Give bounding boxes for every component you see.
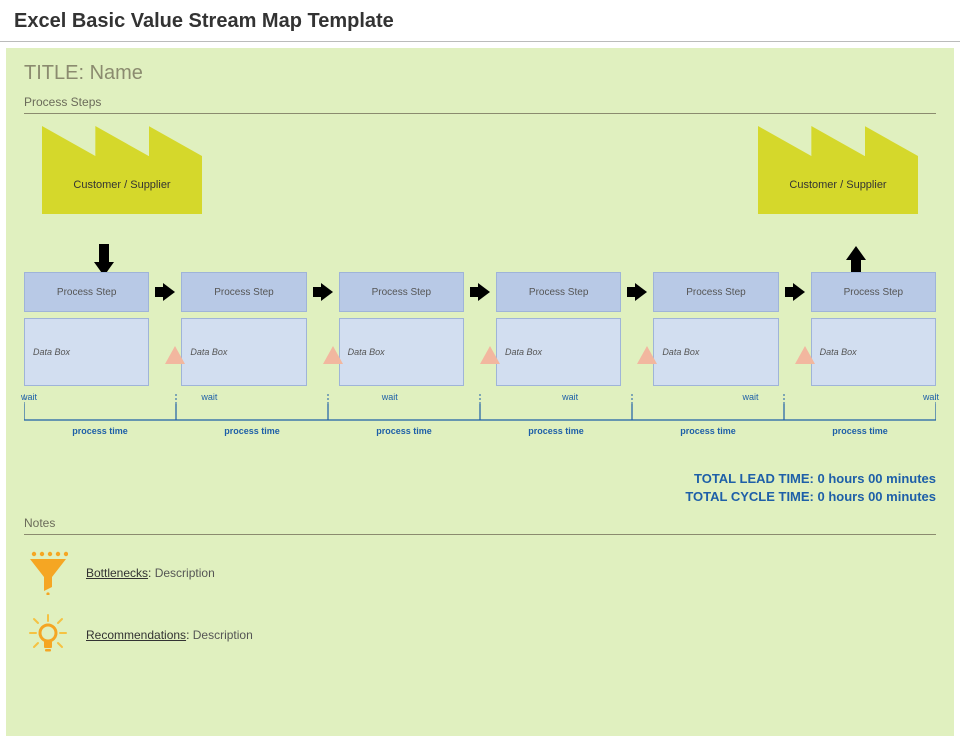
title-value: Name xyxy=(90,62,143,84)
total-cycle-value: 0 hours 00 minutes xyxy=(818,489,936,504)
notes-section: Notes Bottlenecks: Description xyxy=(24,516,936,659)
template-canvas: TITLE: Name Process Steps Customer / Sup… xyxy=(6,48,954,736)
process-step: Process Step Data Box xyxy=(181,272,306,386)
arrow-right-icon xyxy=(470,272,490,312)
step-data-box: Data Box xyxy=(496,318,621,386)
title-prefix: TITLE: xyxy=(24,62,84,84)
inventory-triangle-icon xyxy=(637,346,657,364)
step-title-box: Process Step xyxy=(496,272,621,312)
step-data-box: Data Box xyxy=(24,318,149,386)
section-label-notes: Notes xyxy=(24,516,936,530)
inventory-triangle-icon xyxy=(165,346,185,364)
arrow-right-icon xyxy=(155,272,175,312)
step-data-box: Data Box xyxy=(811,318,936,386)
total-lead-label: TOTAL LEAD TIME: xyxy=(694,471,814,486)
process-steps-row: Process Step Data Box Process Step Data … xyxy=(24,272,936,386)
factory-supplier: Customer / Supplier xyxy=(42,126,202,214)
factory-roof-icon xyxy=(42,126,202,156)
step-data-box: Data Box xyxy=(653,318,778,386)
document-title: TITLE: Name xyxy=(24,62,936,85)
process-time-label: process time xyxy=(784,426,936,436)
process-step: Process Step Data Box xyxy=(24,272,149,386)
process-time-label: process time xyxy=(328,426,480,436)
recommendations-desc: Description xyxy=(193,628,253,642)
inventory-triangle-icon xyxy=(323,346,343,364)
factory-label: Customer / Supplier xyxy=(758,156,918,214)
process-step: Process Step Data Box xyxy=(496,272,621,386)
step-title-box: Process Step xyxy=(339,272,464,312)
inventory-triangle-icon xyxy=(795,346,815,364)
section-label-process-steps: Process Steps xyxy=(24,95,936,109)
funnel-icon xyxy=(24,549,72,597)
process-time-label: process time xyxy=(480,426,632,436)
step-data-box: Data Box xyxy=(181,318,306,386)
page-title: Excel Basic Value Stream Map Template xyxy=(14,10,946,33)
note-bottlenecks: Bottlenecks: Description xyxy=(24,549,936,597)
total-cycle-label: TOTAL CYCLE TIME: xyxy=(685,489,814,504)
divider xyxy=(24,113,936,114)
process-step: Process Step Data Box xyxy=(339,272,464,386)
process-time-label: process time xyxy=(24,426,176,436)
arrow-right-icon xyxy=(785,272,805,312)
process-step: Process Step Data Box xyxy=(653,272,778,386)
factory-label: Customer / Supplier xyxy=(42,156,202,214)
inventory-triangle-icon xyxy=(480,346,500,364)
factory-roof-icon xyxy=(758,126,918,156)
factory-customer: Customer / Supplier xyxy=(758,126,918,214)
note-recommendations: Recommendations: Description xyxy=(24,611,936,659)
step-title-box: Process Step xyxy=(653,272,778,312)
recommendations-label: Recommendations xyxy=(86,628,186,642)
timeline-line-icon xyxy=(24,392,936,452)
totals-block: TOTAL LEAD TIME: 0 hours 00 minutes TOTA… xyxy=(24,470,936,506)
step-title-box: Process Step xyxy=(24,272,149,312)
process-time-label: process time xyxy=(632,426,784,436)
arrow-right-icon xyxy=(627,272,647,312)
timeline-ladder: wait wait wait wait wait wait process ti… xyxy=(24,392,936,452)
process-step: Process Step Data Box xyxy=(811,272,936,386)
page-header: Excel Basic Value Stream Map Template xyxy=(0,0,960,42)
arrow-right-icon xyxy=(313,272,333,312)
step-data-box: Data Box xyxy=(339,318,464,386)
bottlenecks-label: Bottlenecks xyxy=(86,566,148,580)
step-title-box: Process Step xyxy=(811,272,936,312)
total-lead-value: 0 hours 00 minutes xyxy=(818,471,936,486)
divider xyxy=(24,534,936,535)
lightbulb-icon xyxy=(24,611,72,659)
process-time-label: process time xyxy=(176,426,328,436)
step-title-box: Process Step xyxy=(181,272,306,312)
bottlenecks-desc: Description xyxy=(155,566,215,580)
factories-row: Customer / Supplier Customer / Supplier xyxy=(24,126,936,226)
